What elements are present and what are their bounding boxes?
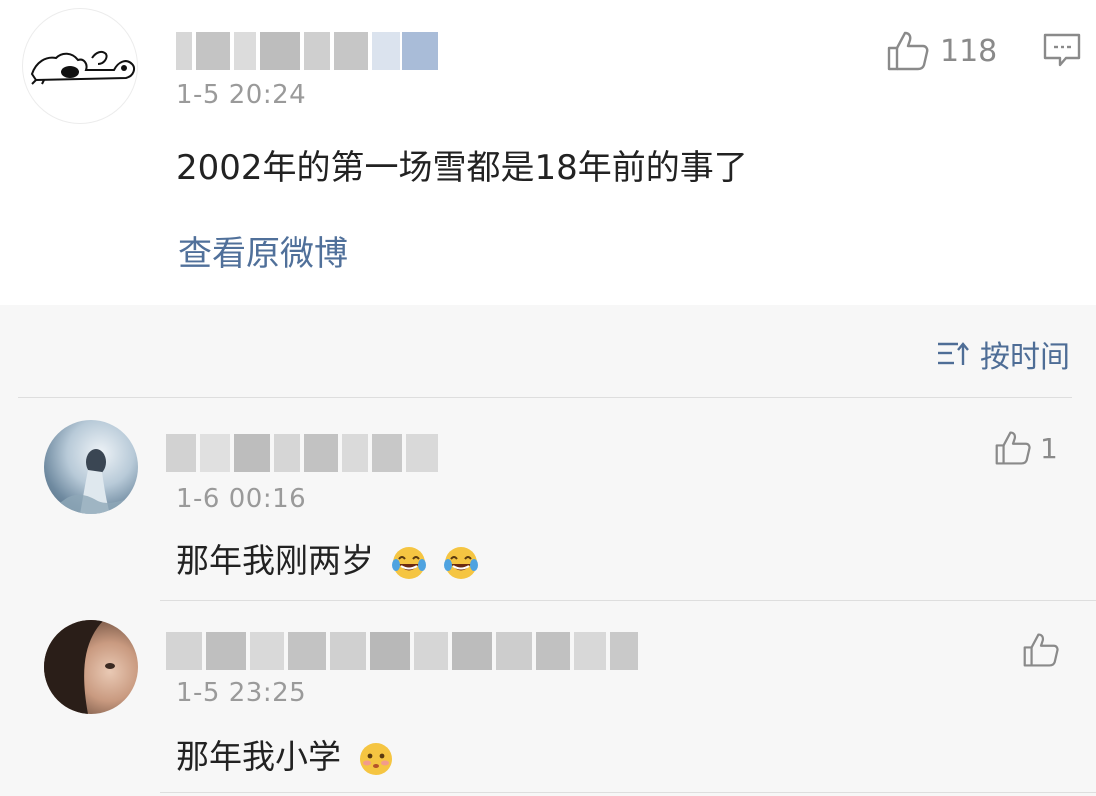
comment-text: 那年我刚两岁 [176,534,479,582]
comment-avatar[interactable] [44,620,138,714]
post-text: 2002年的第一场雪都是18年前的事了 [176,148,748,188]
comment-divider [160,600,1096,601]
thumbs-up-icon [887,31,929,71]
sort-icon [938,342,969,365]
bottom-divider [160,792,1096,793]
post-comment-button[interactable] [1043,33,1081,67]
person-avatar-icon [44,620,115,714]
sort-by-time-button[interactable]: 按时间 [936,332,1070,376]
post-like-button[interactable]: 118 [886,30,997,72]
comment-username-blurred [166,434,438,472]
comment-like-count: 1 [1040,431,1058,465]
comment-time: 1-6 00:16 [176,484,307,514]
thumbs-up-icon [995,431,1031,465]
anime-girl-avatar-icon [44,449,138,514]
post-username-blurred [176,32,438,70]
comment-text: 那年我小学 [176,730,394,778]
laugh-cry-emoji-icon [444,546,478,579]
comment-like-button[interactable] [1022,632,1068,668]
blush-emoji-icon [359,742,392,775]
view-original-link[interactable]: 查看原微博 [178,226,348,275]
thumbs-up-icon [1023,633,1059,667]
comment-like-button[interactable]: 1 [994,430,1058,466]
post-avatar[interactable] [22,8,138,124]
comment-username-blurred [166,632,638,670]
comment-text-body: 那年我小学 [176,737,341,776]
post-like-count: 118 [940,33,998,69]
comment-icon [1043,33,1081,67]
comment-text-body: 那年我刚两岁 [176,541,374,580]
comment-avatar[interactable] [44,420,138,514]
sort-divider [18,397,1072,398]
post-time: 1-5 20:24 [176,80,307,110]
comment-time: 1-5 23:25 [176,678,307,708]
snoopy-avatar-icon [30,50,135,85]
sort-label: 按时间 [980,340,1070,375]
laugh-cry-emoji-icon [391,546,426,579]
main-post: 1-5 20:24 2002年的第一场雪都是18年前的事了 查看原微博 118 [0,0,1096,305]
